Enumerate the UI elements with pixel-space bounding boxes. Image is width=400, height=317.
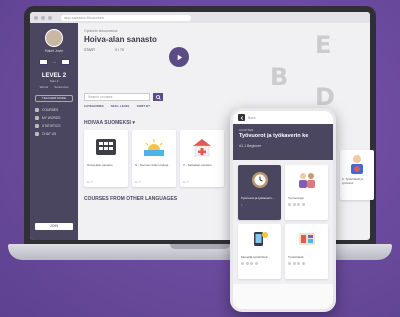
user-name: Rakel Jovin (44, 49, 64, 53)
start-label: START (84, 48, 96, 52)
lesson-progress-dots (238, 261, 281, 265)
sidebar-item-courses[interactable]: COURSES (30, 106, 78, 114)
progress-count: 0 / 70 (115, 48, 124, 52)
course-card[interactable]: Hoiva-alan sanasto 0 / 7 (84, 130, 128, 187)
lesson-grid: Työvuorot ja työkaverin... 1 Työmenojat … (233, 160, 333, 284)
words-icon (35, 116, 39, 120)
stat-words: Words (39, 85, 49, 89)
chapter-level: A1.1 Beginner (239, 144, 262, 148)
lesson-card-title: Työtehtävät (288, 255, 304, 259)
sidebar-item-label: STATISTICS (42, 124, 61, 128)
sidebar-item-label: CHAT US (42, 132, 57, 136)
chapter-label: CHAPTER (239, 128, 254, 132)
lesson-progress-dots (285, 261, 328, 265)
breadcrumb[interactable]: Opiskele alasanastoa (84, 29, 117, 33)
avatar[interactable] (45, 29, 63, 47)
sidebar: Rakel Jovin → LEVEL 2 Taso 2 Words Sente… (30, 23, 78, 240)
language-pair[interactable]: → (38, 59, 70, 65)
clock-icon (238, 165, 281, 195)
nurse-icon (340, 150, 374, 178)
lesson-card-title: Työvuorot ja työkaverin... (241, 196, 275, 200)
back-label: Back (248, 115, 256, 120)
hospital-icon (180, 130, 224, 163)
flag-icon (60, 59, 70, 65)
book-icon (35, 108, 39, 112)
window-minimize-dot[interactable] (41, 15, 45, 20)
teacher-mode-button[interactable]: TEACHER MODE (35, 95, 73, 102)
progress-labels: START 0 / 70 (84, 48, 124, 52)
course-card-progress: 0 / 7 (183, 180, 189, 184)
stat-sentences: Sentences (54, 85, 69, 89)
lesson-card[interactable]: Työmenojat (285, 165, 328, 220)
page-title: Hoiva-alan sanasto (84, 35, 157, 44)
lesson-card[interactable]: Meneillä työtehtäviä (238, 224, 281, 279)
course-card-progress: 0 / 7 (135, 180, 141, 184)
laptop-notch (170, 244, 230, 249)
phone-chat-icon (238, 224, 281, 254)
window-maximize-dot[interactable] (48, 15, 52, 20)
phone-top-bar: Back (233, 111, 333, 124)
lesson-card-title: Meneillä työtehtäviä (241, 255, 268, 259)
chapter-title: Työvuorot ja työkaverin ke (239, 133, 309, 139)
course-card[interactable]: K. Työtehtävät ja työrutiinit (340, 150, 374, 200)
lesson-card-title: Työmenojat (288, 196, 304, 200)
section-title[interactable]: HOIVAA SUOMEKSI ▾ (84, 120, 135, 126)
course-card[interactable]: V - Sairaalan sanasto 0 / 7 (180, 130, 224, 187)
play-icon (177, 54, 182, 60)
chevron-down-icon: ▾ (132, 120, 135, 126)
course-card-title: S - Suomen kielen taitoja (135, 163, 169, 167)
lesson-card[interactable]: Työvuorot ja työkaverin... 1 (238, 165, 281, 220)
sidebar-item-label: COURSES (42, 108, 59, 112)
course-card-progress: 0 / 7 (87, 180, 93, 184)
level-sub: Taso 2 (49, 79, 59, 83)
flag-icon (38, 59, 48, 65)
phone-frame: Back CHAPTER Työvuorot ja työkaverin ke … (230, 108, 336, 312)
section-title-text: HOIVAA SUOMEKSI (84, 120, 131, 126)
filter-categories[interactable]: CATEGORIES (84, 104, 104, 108)
arrow-right-icon: → (51, 59, 57, 65)
chart-icon (35, 124, 39, 128)
sidebar-item-chat[interactable]: CHAT US (30, 130, 78, 138)
sidebar-nav: COURSES MY WORDS STATISTICS CHAT US (30, 106, 78, 138)
window-close-dot[interactable] (34, 15, 38, 20)
other-languages-title: COURSES FROM OTHER LANGUAGES (84, 196, 178, 202)
address-bar[interactable]: app.sanasto.fi/courses (61, 14, 191, 21)
browser-toolbar: app.sanasto.fi/courses (30, 12, 370, 23)
lesson-card-badge: 1 (241, 202, 243, 207)
chat-icon (35, 132, 39, 136)
course-card-title: K. Työtehtävät ja työrutiinit (342, 177, 363, 185)
back-button[interactable] (238, 114, 245, 121)
sidebar-item-statistics[interactable]: STATISTICS (30, 122, 78, 130)
search-button[interactable] (153, 93, 163, 101)
lesson-card[interactable]: Työtehtävät (285, 224, 328, 279)
filter-sort-by[interactable]: SORT BY (137, 104, 150, 108)
search-input[interactable]: Search courses (84, 93, 150, 101)
sidebar-item-my-words[interactable]: MY WORDS (30, 114, 78, 122)
course-card-title: Hoiva-alan sanasto (87, 163, 113, 167)
play-button[interactable] (169, 47, 189, 67)
chevron-left-icon (240, 115, 243, 120)
course-card-title: V - Sairaalan sanasto (183, 163, 212, 167)
sidebar-item-label: MY WORDS (42, 116, 61, 120)
course-cards: Hoiva-alan sanasto 0 / 7 S - Suomen kiel… (84, 130, 224, 187)
tasks-icon (285, 224, 328, 254)
sunrise-icon (132, 130, 176, 163)
course-card[interactable]: S - Suomen kielen taitoja 0 / 7 (132, 130, 176, 187)
search-icon (155, 94, 161, 100)
stats: Words Sentences (40, 85, 69, 89)
calendar-icon (84, 130, 128, 163)
lesson-progress-dots (285, 202, 328, 206)
people-icon (285, 165, 328, 195)
filter-bar: CATEGORIES SKILL LEVEL SORT BY (84, 104, 150, 108)
chapter-header: CHAPTER Työvuorot ja työkaverin ke A1.1 … (233, 124, 333, 160)
filter-skill-level[interactable]: SKILL LEVEL (111, 104, 130, 108)
join-button[interactable]: JOIN (35, 223, 73, 230)
